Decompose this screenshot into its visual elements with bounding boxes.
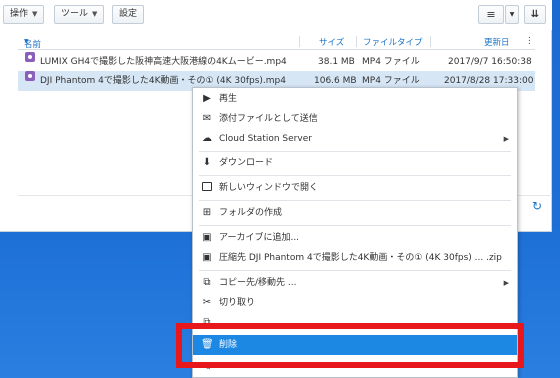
table-row[interactable]: LUMIX GH4で撮影した阪神高速大阪港線の4Kムービー.mp4 38.1 M… bbox=[18, 52, 535, 72]
menu-item-play[interactable]: ▶ 再生 bbox=[193, 89, 517, 109]
play-icon: ▶ bbox=[203, 93, 211, 104]
action-button[interactable]: 操作 ▼ bbox=[3, 5, 45, 24]
archive-icon: ▣ bbox=[202, 252, 212, 263]
menu-item-label: 新しいウィンドウで開く bbox=[219, 183, 319, 193]
mail-icon: ✉ bbox=[202, 113, 212, 124]
cloud-icon: ☁ bbox=[202, 133, 212, 144]
menu-item-label: アーカイブに追加... bbox=[219, 233, 300, 243]
annotation-highlight-box bbox=[176, 323, 524, 368]
menu-item-label: コピー先/移動先 ... bbox=[219, 278, 297, 288]
menu-item-label: 圧縮先 DJI Phantom 4で撮影した4K動画・その① (4K 30fps… bbox=[219, 253, 502, 263]
submenu-arrow-icon: ▶ bbox=[503, 135, 509, 143]
menu-item-open-new-window[interactable]: 新しいウィンドウで開く bbox=[193, 178, 517, 198]
view-options-button[interactable]: ▼ bbox=[505, 5, 519, 24]
chevron-down-icon: ▼ bbox=[32, 10, 38, 18]
scissors-icon: ✂ bbox=[202, 297, 212, 308]
chevron-down-icon: ▼ bbox=[92, 10, 98, 18]
menu-item-label: ダウンロード bbox=[219, 158, 274, 168]
action-button-label: 操作 bbox=[10, 9, 29, 19]
menu-item-label: Cloud Station Server bbox=[219, 134, 312, 144]
add-folder-icon: ⊞ bbox=[202, 207, 212, 218]
menu-divider bbox=[199, 200, 511, 201]
menu-item-add-archive[interactable]: ▣ アーカイブに追加... bbox=[193, 228, 517, 248]
menu-divider bbox=[199, 151, 511, 152]
menu-item-label: フォルダの作成 bbox=[219, 208, 283, 218]
menu-item-send-attachment[interactable]: ✉ 添付ファイルとして送信 bbox=[193, 109, 517, 129]
column-header-modified[interactable]: 更新日 bbox=[484, 36, 510, 48]
new-window-icon bbox=[201, 182, 213, 194]
video-file-icon bbox=[25, 71, 35, 81]
view-list-button[interactable]: ≡ bbox=[478, 5, 504, 24]
column-menu-icon[interactable]: ⋮ bbox=[525, 36, 534, 46]
toolbar: 操作 ▼ ツール ▼ 設定 ≡ ▼ ⇊ bbox=[0, 0, 552, 30]
file-size: 38.1 MB bbox=[318, 57, 355, 67]
column-divider bbox=[430, 36, 431, 47]
column-divider bbox=[356, 36, 357, 47]
sort-icon: ⇊ bbox=[530, 9, 540, 20]
chevron-down-icon: ▼ bbox=[509, 11, 515, 18]
column-header-type[interactable]: ファイルタイプ bbox=[363, 36, 423, 48]
file-type: MP4 ファイル bbox=[362, 57, 420, 67]
tools-button-label: ツール bbox=[61, 9, 89, 19]
menu-item-download[interactable]: ⬇ ダウンロード bbox=[193, 153, 517, 173]
menu-item-cloud-station[interactable]: ☁ Cloud Station Server ▶ bbox=[193, 129, 517, 149]
sort-button[interactable]: ⇊ bbox=[524, 5, 546, 24]
column-name-label: 名前 bbox=[24, 40, 42, 50]
submenu-arrow-icon: ▶ bbox=[503, 279, 509, 287]
menu-item-label: 再生 bbox=[219, 94, 238, 104]
refresh-icon[interactable]: ↻ bbox=[530, 199, 544, 213]
download-icon: ⬇ bbox=[202, 157, 212, 168]
archive-icon: ▣ bbox=[202, 232, 212, 243]
menu-item-cut[interactable]: ✂ 切り取り bbox=[193, 293, 517, 313]
copy-icon: ⧉ bbox=[203, 277, 211, 288]
menu-item-label: 添付ファイルとして送信 bbox=[219, 114, 318, 124]
menu-divider bbox=[199, 175, 511, 176]
menu-divider bbox=[199, 270, 511, 271]
column-divider bbox=[299, 36, 300, 47]
menu-divider bbox=[199, 225, 511, 226]
tools-button[interactable]: ツール ▼ bbox=[54, 5, 105, 24]
menu-item-create-folder[interactable]: ⊞ フォルダの作成 bbox=[193, 203, 517, 223]
settings-button[interactable]: 設定 bbox=[112, 5, 145, 24]
menu-item-copy-move[interactable]: ⧉ コピー先/移動先 ... ▶ bbox=[193, 273, 517, 293]
file-name: LUMIX GH4で撮影した阪神高速大阪港線の4Kムービー.mp4 bbox=[40, 57, 287, 67]
list-view-icon: ≡ bbox=[486, 8, 496, 21]
file-modified: 2017/9/7 16:50:38 bbox=[448, 57, 532, 67]
list-header: 名前 ▼ サイズ ファイルタイプ 更新日 ⋮ bbox=[18, 34, 535, 50]
column-header-size[interactable]: サイズ bbox=[319, 36, 344, 48]
settings-button-label: 設定 bbox=[119, 9, 138, 19]
video-file-icon bbox=[25, 52, 35, 62]
menu-item-compress-to[interactable]: ▣ 圧縮先 DJI Phantom 4で撮影した4K動画・その① (4K 30f… bbox=[193, 248, 517, 268]
column-header-name[interactable]: 名前 ▼ bbox=[24, 36, 41, 50]
menu-item-label: 切り取り bbox=[219, 298, 256, 308]
